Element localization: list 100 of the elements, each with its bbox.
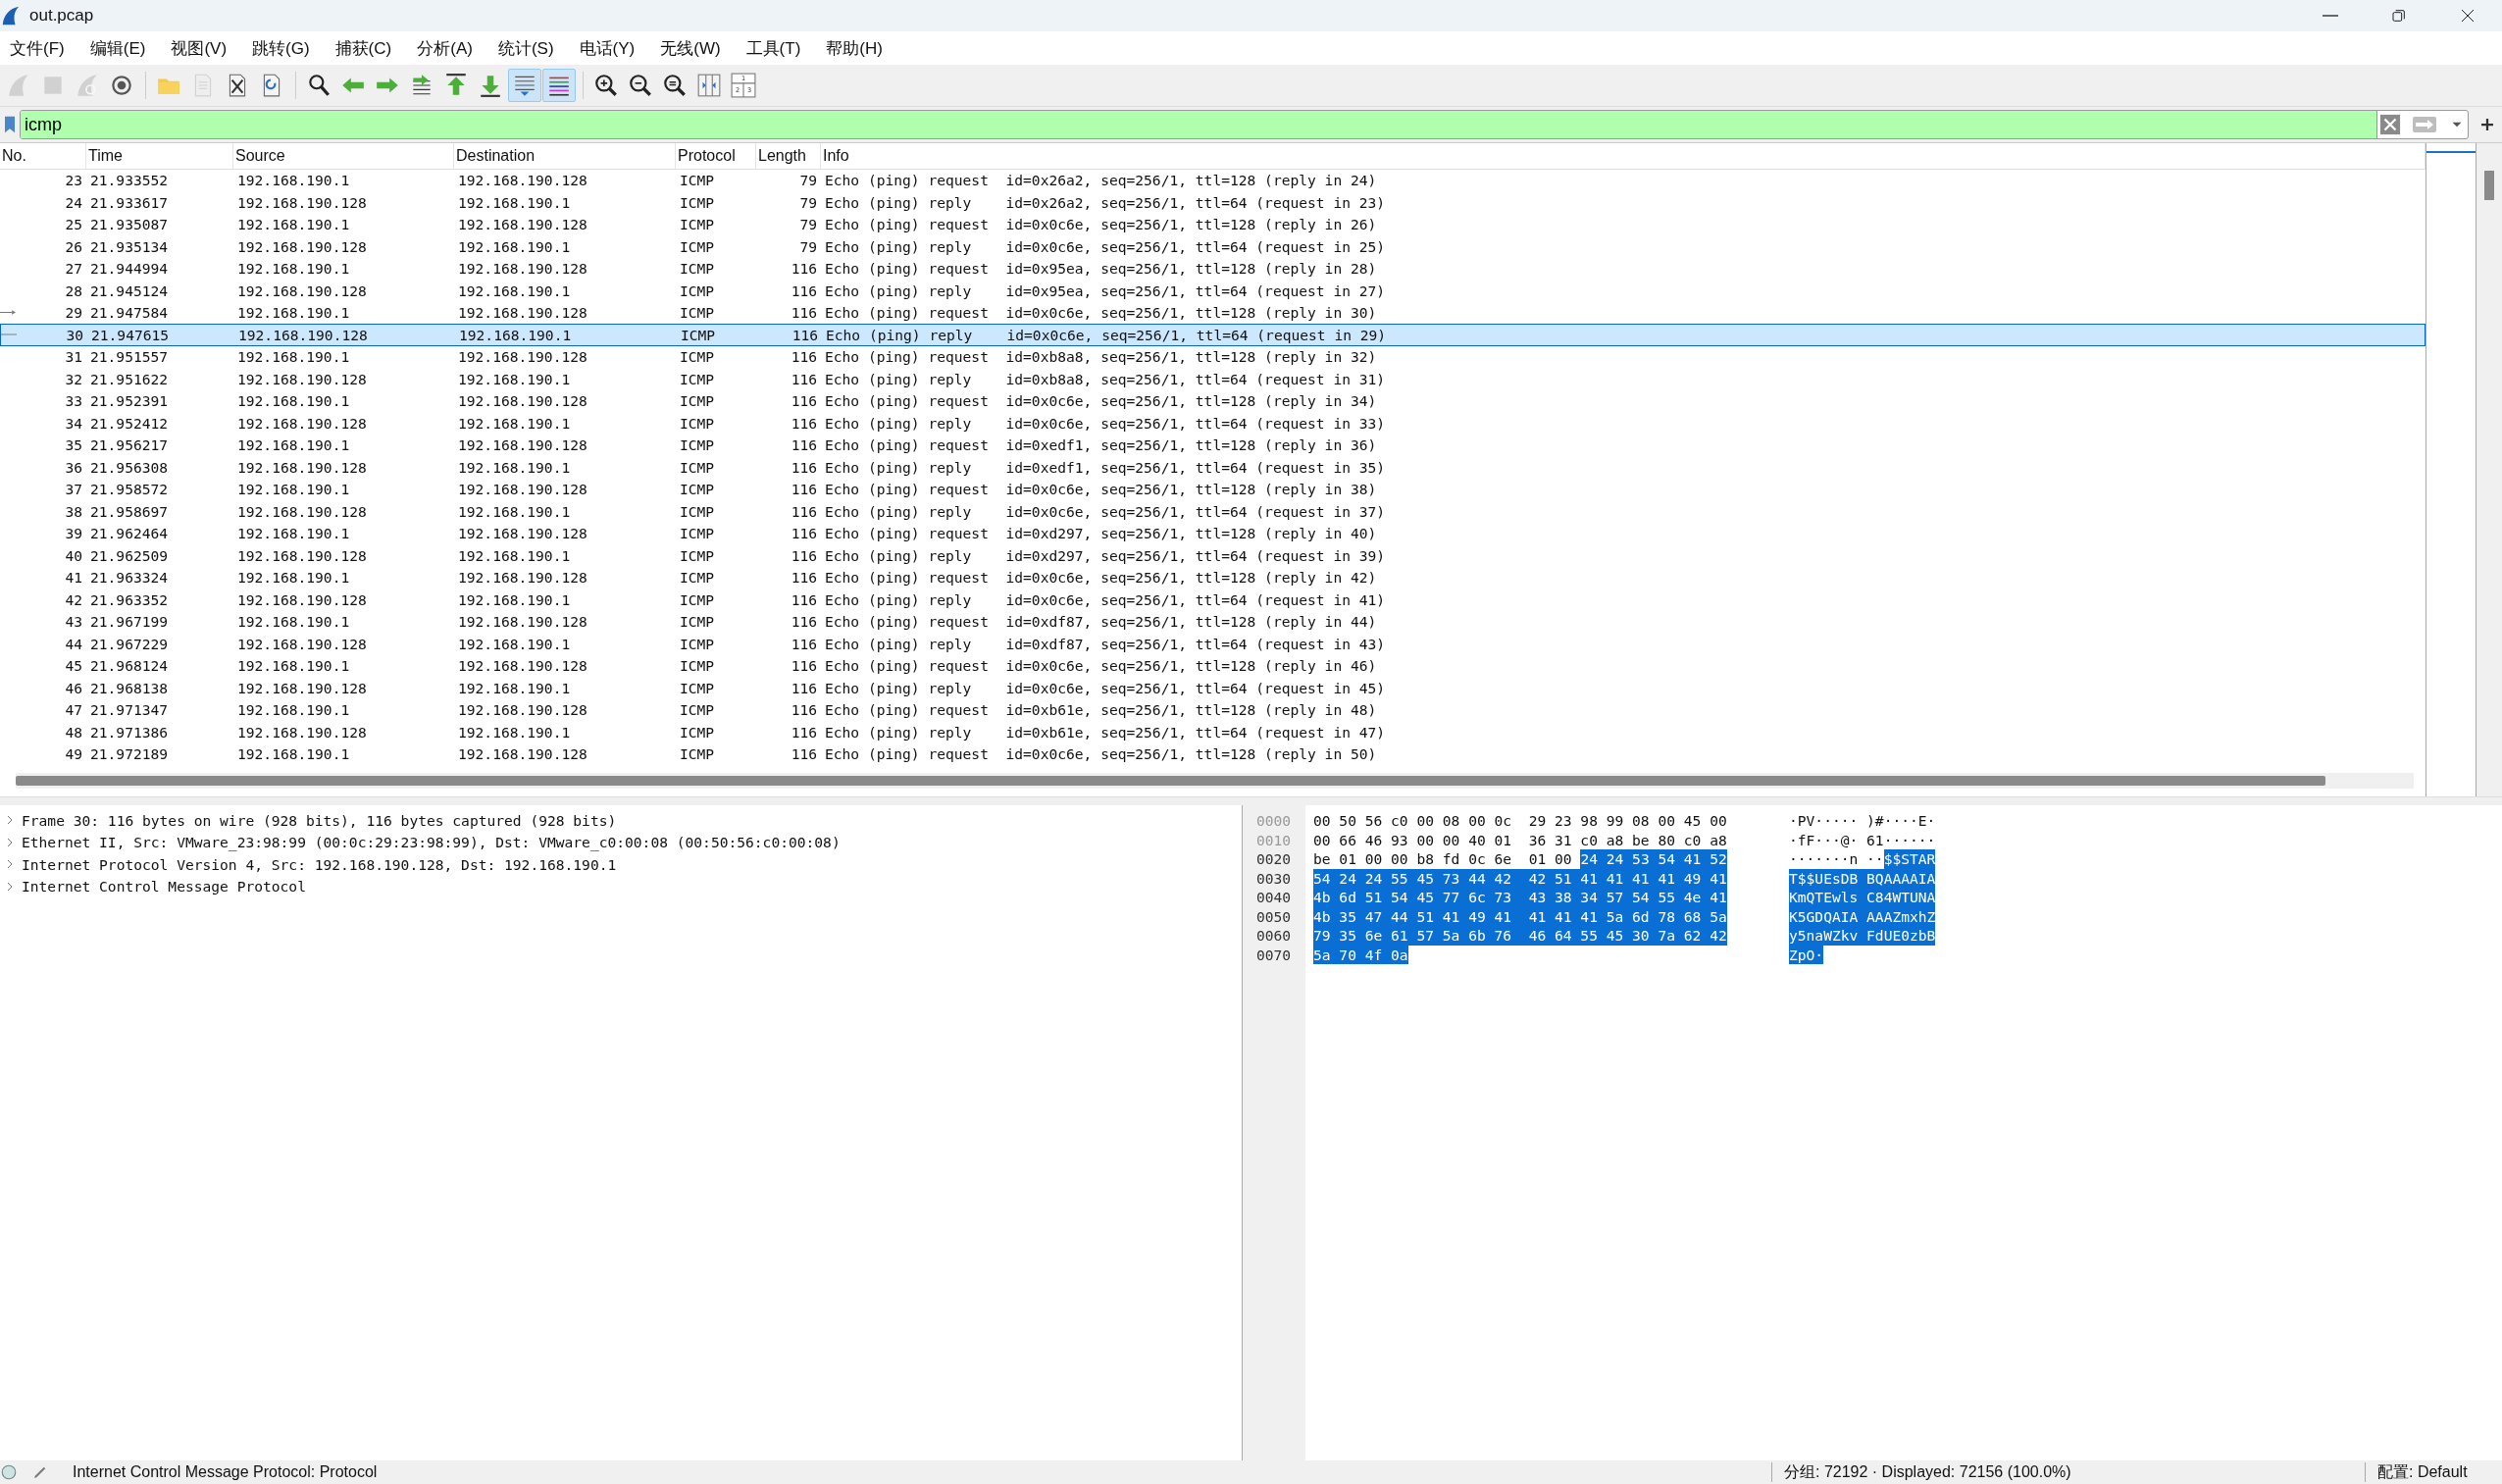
ascii-bytes[interactable]: ·fF···@· 61······: [1789, 830, 1936, 849]
table-cell-text: 192.168.190.128: [457, 304, 588, 322]
menu-item[interactable]: 统计(S): [489, 36, 562, 60]
packet-row[interactable]: 27 21.944994 192.168.190.1 192.168.190.128 ICMP 116 Echo (ping) request id=0x95ea, seq=256/1, ttl=128 (reply in 28): [0, 257, 2425, 281]
menu-item[interactable]: 文件(F): [2, 36, 73, 60]
display-filter-field[interactable]: icmp: [20, 110, 2469, 139]
table-cell-text: 21.933617: [89, 193, 170, 211]
packet-row[interactable]: 44 21.967229 192.168.190.128 192.168.190.1 ICMP 116 Echo (ping) reply id=0xdf87, seq=256/1, ttl=64 (request in 43): [0, 633, 2425, 655]
hex-bytes[interactable]: 00 50 56 c0 00 08 00 0c 29 23 98 99 08 00 45 00: [1313, 811, 1727, 831]
packet-row[interactable]: 49 21.972189 192.168.190.1 192.168.190.128 ICMP 116 Echo (ping) request id=0x0c6e, seq=256/1, ttl=128 (reply in 50): [0, 742, 2425, 766]
hex-bytes[interactable]: 24 24 53 54 41 52: [1580, 849, 1727, 869]
packet-row[interactable]: 23 21.933552 192.168.190.1 192.168.190.128 ICMP 79 Echo (ping) request id=0x26a2, seq=256/1, ttl=128 (reply in 24): [0, 169, 2425, 192]
packet-row[interactable]: 35 21.956217 192.168.190.1 192.168.190.128 ICMP 116 Echo (ping) request id=0xedf1, seq=256/1, ttl=128 (reply in 36): [0, 434, 2425, 457]
ascii-bytes[interactable]: ·······n ··: [1789, 849, 1884, 869]
menu-item[interactable]: 工具(T): [738, 36, 809, 60]
ascii-bytes[interactable]: T$$UEsDB BQAAAAIA: [1789, 868, 1936, 888]
table-cell-text: 27: [64, 260, 83, 278]
packet-minimap[interactable]: [2425, 143, 2476, 796]
ascii-bytes[interactable]: y5naWZkv FdUE0zbB: [1789, 926, 1936, 946]
ascii-bytes[interactable]: K5GDQAIA AAAZmxhZ: [1789, 906, 1936, 926]
packet-row[interactable]: 47 21.971347 192.168.190.1 192.168.190.128 ICMP 116 Echo (ping) request id=0xb61e, seq=256/1, ttl=128 (reply in 48): [0, 698, 2425, 722]
clear-button[interactable]: [2377, 112, 2403, 137]
packet-row[interactable]: 48 21.971386 192.168.190.128 192.168.190.1 ICMP 116 Echo (ping) reply id=0xb61e, seq=256/1, ttl=64 (request in 47): [0, 721, 2425, 743]
packet-row[interactable]: 46 21.968138 192.168.190.128 192.168.190.1 ICMP 116 Echo (ping) reply id=0x0c6e, seq=256/1, ttl=64 (request in 45): [0, 677, 2425, 699]
tree-item[interactable]: Frame 30: 116 bytes on wire (928 bits), 116 bytes captured (928 bits): [22, 811, 617, 829]
packet-row[interactable]: 37 21.958572 192.168.190.1 192.168.190.128 ICMP 116 Echo (ping) request id=0x0c6e, seq=256/1, ttl=128 (reply in 38): [0, 478, 2425, 501]
table-cell-text: 116: [790, 701, 818, 719]
hex-bytes[interactable]: 4b 6d 51 54 45 77 6c 73 43 38 34 57 54 55 4e 41: [1313, 888, 1727, 907]
packet-row[interactable]: 31 21.951557 192.168.190.1 192.168.190.128 ICMP 116 Echo (ping) request id=0xb8a8, seq=256/1, ttl=128 (reply in 32): [0, 345, 2425, 369]
menu-item[interactable]: 视图(V): [163, 36, 235, 60]
packet-row[interactable]: 45 21.968124 192.168.190.1 192.168.190.128 ICMP 116 Echo (ping) request id=0x0c6e, seq=256/1, ttl=128 (reply in 46): [0, 654, 2425, 678]
table-cell-text: 21.947584: [89, 304, 170, 322]
scrollbar-thumb[interactable]: [16, 776, 2325, 787]
table-cell-text: 21.951622: [89, 370, 170, 387]
autoscroll-button[interactable]: [508, 69, 541, 102]
menu-item[interactable]: 帮助(H): [818, 36, 891, 60]
packet-row[interactable]: 32 21.951622 192.168.190.128 192.168.190.1 ICMP 116 Echo (ping) reply id=0xb8a8, seq=256/1, ttl=64 (request in 31): [0, 368, 2425, 390]
packet-row[interactable]: 40 21.962509 192.168.190.128 192.168.190.1 ICMP 116 Echo (ping) reply id=0xd297, seq=256/1, ttl=64 (request in 39): [0, 544, 2425, 567]
packet-row[interactable]: 28 21.945124 192.168.190.128 192.168.190.1 ICMP 116 Echo (ping) reply id=0x95ea, seq=256/1, ttl=64 (request in 27): [0, 280, 2425, 302]
vertical-scrollbar[interactable]: [2476, 143, 2502, 796]
packet-row[interactable]: 30 21.947615 192.168.190.128 192.168.190.1 ICMP 116 Echo (ping) reply id=0x0c6e, seq=256/1, ttl=64 (request in 29): [0, 324, 2425, 346]
hex-bytes[interactable]: 4b 35 47 44 51 41 49 41 41 41 41 5a 6d 78 68 5a: [1313, 906, 1727, 926]
packet-row[interactable]: 43 21.967199 192.168.190.1 192.168.190.128 ICMP 116 Echo (ping) request id=0xdf87, seq=256/1, ttl=128 (reply in 44): [0, 610, 2425, 634]
packet-row[interactable]: 24 21.933617 192.168.190.128 192.168.190.1 ICMP 79 Echo (ping) reply id=0x26a2, seq=256/1, ttl=64 (request in 23): [0, 191, 2425, 214]
tree-item[interactable]: Internet Protocol Version 4, Src: 192.168.190.128, Dst: 192.168.190.1: [22, 855, 617, 873]
table-cell-text: 21.967229: [89, 635, 170, 652]
table-cell-text: Echo (ping) request id=0x0c6e, seq=256/1, ttl=128 (reply in 46): [824, 657, 1378, 675]
menu-item[interactable]: 分析(A): [409, 36, 481, 60]
column-header[interactable]: Protocol: [676, 143, 756, 169]
tree-item[interactable]: Internet Control Message Protocol: [22, 878, 306, 896]
menu-item[interactable]: 跳转(G): [244, 36, 318, 60]
hex-bytes[interactable]: 79 35 6e 61 57 5a 6b 76 46 64 55 45 30 7a 62 42: [1313, 926, 1727, 946]
packet-row[interactable]: 25 21.935087 192.168.190.1 192.168.190.128 ICMP 79 Echo (ping) request id=0x0c6e, seq=256/1, ttl=128 (reply in 26): [0, 213, 2425, 236]
table-cell-text: Echo (ping) request id=0xedf1, seq=256/1, ttl=128 (reply in 36): [824, 436, 1378, 454]
tree-item[interactable]: Ethernet II, Src: VMware_23:98:99 (00:0c:29:23:98:99), Dst: VMware_c0:00:08 (00:50:56:c0:00:08): [22, 834, 841, 851]
table-cell-text: Echo (ping) request id=0x0c6e, seq=256/1, ttl=128 (reply in 26): [824, 216, 1378, 233]
table-cell-text: 79: [798, 193, 818, 211]
table-cell-text: 116: [790, 679, 818, 696]
table-cell-text: 21.935134: [89, 237, 170, 255]
table-cell-text: 192.168.190.128: [236, 458, 368, 476]
column-header[interactable]: No.: [0, 143, 86, 169]
packet-row[interactable]: 38 21.958697 192.168.190.128 192.168.190.1 ICMP 116 Echo (ping) reply id=0x0c6e, seq=256/1, ttl=64 (request in 37): [0, 500, 2425, 523]
menu-item[interactable]: 无线(W): [652, 36, 729, 60]
hex-bytes[interactable]: 54 24 24 55 45 73 44 42 42 51 41 41 41 41 49 41: [1313, 868, 1727, 888]
packet-row[interactable]: 39 21.962464 192.168.190.1 192.168.190.128 ICMP 116 Echo (ping) request id=0xd297, seq=256/1, ttl=128 (reply in 40): [0, 522, 2425, 545]
hex-bytes[interactable]: 00 66 46 93 00 00 40 01 36 31 c0 a8 be 80 c0 a8: [1313, 830, 1727, 849]
menu-item[interactable]: 电话(Y): [571, 36, 643, 60]
horizontal-scrollbar[interactable]: [16, 773, 2414, 789]
packet-row[interactable]: 34 21.952412 192.168.190.128 192.168.190.1 ICMP 116 Echo (ping) reply id=0x0c6e, seq=256/1, ttl=64 (request in 33): [0, 412, 2425, 435]
table-cell-text: 21.958572: [89, 481, 170, 498]
ascii-bytes[interactable]: ·PV····· )#····E·: [1789, 811, 1936, 831]
packet-row[interactable]: 36 21.956308 192.168.190.128 192.168.190.1 ICMP 116 Echo (ping) reply id=0xedf1, seq=256/1, ttl=64 (request in 35): [0, 456, 2425, 479]
menu-item[interactable]: 编辑(E): [81, 36, 154, 60]
column-header[interactable]: Time: [86, 143, 233, 169]
column-header[interactable]: Info: [821, 143, 2425, 169]
column-header[interactable]: Destination: [454, 143, 676, 169]
table-cell-text: Echo (ping) reply id=0xd297, seq=256/1, ttl=64 (request in 39): [824, 546, 1387, 564]
table-cell-text: Echo (ping) request id=0x0c6e, seq=256/1, ttl=128 (reply in 38): [824, 481, 1378, 498]
ascii-bytes[interactable]: KmQTEwls C84WTUNA: [1789, 888, 1936, 907]
profile-text[interactable]: 配置: Default: [2377, 1461, 2468, 1483]
scrollbar-thumb[interactable]: [2484, 171, 2494, 200]
colorize-button[interactable]: [542, 69, 576, 102]
packet-row[interactable]: 26 21.935134 192.168.190.128 192.168.190.1 ICMP 79 Echo (ping) reply id=0x0c6e, seq=256/1, ttl=64 (request in 25): [0, 235, 2425, 258]
status-circle-icon[interactable]: [0, 1463, 18, 1481]
table-cell-text: 192.168.190.1: [236, 304, 351, 322]
table-cell-text: 192.168.190.1: [457, 679, 572, 696]
packet-row[interactable]: 29 21.947584 192.168.190.1 192.168.190.128 ICMP 116 Echo (ping) request id=0x0c6e, seq=256/1, ttl=128 (reply in 30): [0, 301, 2425, 325]
packet-row[interactable]: 33 21.952391 192.168.190.1 192.168.190.128 ICMP 116 Echo (ping) request id=0x0c6e, seq=256/1, ttl=128 (reply in 34): [0, 389, 2425, 413]
table-cell-text: ICMP: [679, 370, 716, 387]
column-header[interactable]: Length: [756, 143, 821, 169]
hex-bytes[interactable]: be 01 00 00 b8 fd 0c 6e 01 00: [1313, 849, 1581, 869]
packet-row[interactable]: 41 21.963324 192.168.190.1 192.168.190.128 ICMP 116 Echo (ping) request id=0x0c6e, seq=256/1, ttl=128 (reply in 42): [0, 566, 2425, 589]
packet-row[interactable]: 42 21.963352 192.168.190.128 192.168.190.1 ICMP 116 Echo (ping) reply id=0x0c6e, seq=256/1, ttl=64 (request in 41): [0, 588, 2425, 611]
hex-bytes[interactable]: 5a 70 4f 0a: [1313, 945, 1408, 964]
menu-item[interactable]: 捕获(C): [327, 36, 400, 60]
request-arrow-icon: [0, 310, 16, 316]
ascii-bytes[interactable]: $$STAR: [1883, 849, 1936, 869]
column-header[interactable]: Source: [233, 143, 454, 169]
table-cell-text: 192.168.190.1: [457, 723, 572, 741]
minimize-icon: [2323, 15, 2338, 17]
